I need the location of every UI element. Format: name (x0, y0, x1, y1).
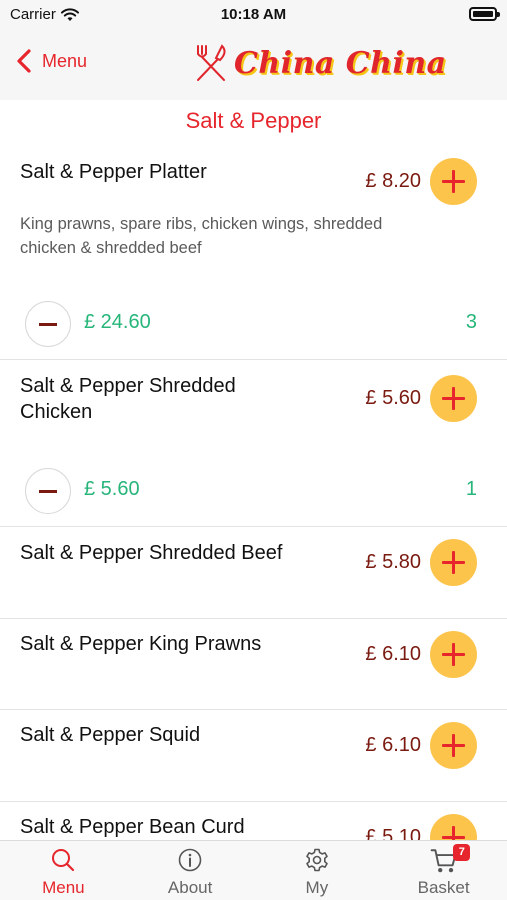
item-price: £ 5.80 (365, 551, 421, 573)
item-price: £ 6.10 (365, 734, 421, 756)
add-button[interactable] (430, 722, 477, 769)
menu-item: Salt & Pepper Shredded Beef £ 5.80 (0, 527, 507, 619)
basket-badge: 7 (453, 844, 471, 861)
line-total: £ 24.60 (84, 311, 151, 333)
status-bar: Carrier 10:18 AM (0, 0, 507, 28)
menu-item: Salt & Pepper Platter £ 8.20 King prawns… (0, 144, 507, 360)
tab-about[interactable]: About (127, 841, 254, 900)
quantity-row: £ 5.60 1 (0, 468, 507, 516)
remove-button[interactable] (25, 468, 71, 514)
remove-button[interactable] (25, 301, 71, 347)
tab-label: About (167, 878, 213, 897)
item-name: Salt & Pepper Shredded Beef (20, 542, 283, 564)
item-name: Salt & Pepper Platter (20, 161, 207, 183)
back-label: Menu (42, 50, 88, 71)
tab-label: My (305, 878, 329, 897)
chevron-left-icon (17, 49, 31, 73)
add-button[interactable] (430, 158, 477, 205)
status-time: 10:18 AM (220, 6, 287, 23)
tab-my[interactable]: My (254, 841, 381, 900)
item-description: King prawns, spare ribs, chicken wings, … (20, 215, 383, 257)
fork-knife-icon (197, 44, 226, 81)
menu-list: Salt & Pepper Platter £ 8.20 King prawns… (0, 144, 507, 862)
section-title: Salt & Pepper (185, 108, 322, 133)
tab-basket[interactable]: 7 Basket (380, 841, 507, 900)
item-name: Salt & Pepper King Prawns (20, 633, 262, 655)
item-name: Salt & Pepper Bean Curd (20, 816, 245, 838)
item-name: Salt & Pepper Squid (20, 724, 201, 746)
add-button[interactable] (430, 539, 477, 586)
tab-label: Menu (42, 878, 85, 897)
quantity-row: £ 24.60 3 (0, 301, 507, 349)
tab-menu[interactable]: Menu (0, 841, 127, 900)
item-price: £ 8.20 (365, 170, 421, 192)
gear-icon (306, 848, 328, 872)
search-icon (52, 849, 75, 872)
quantity-count: 1 (465, 478, 477, 500)
quantity-count: 3 (465, 311, 477, 333)
tab-label: Basket (417, 878, 470, 897)
add-button[interactable] (430, 631, 477, 678)
battery-icon (469, 7, 500, 21)
brand-name: China China (234, 45, 447, 81)
back-button[interactable]: Menu (16, 48, 87, 74)
menu-item: Salt & Pepper Shredded Chicken £ 5.60 £ … (0, 360, 507, 527)
nav-bar: Menu China China (0, 28, 507, 100)
brand-logo: China China (192, 42, 447, 84)
item-price: £ 6.10 (365, 643, 421, 665)
menu-item: Salt & Pepper King Prawns £ 6.10 (0, 619, 507, 710)
info-icon (178, 848, 202, 872)
line-total: £ 5.60 (84, 478, 140, 500)
tab-bar: Menu About My 7 Basket (0, 840, 507, 900)
add-button[interactable] (430, 375, 477, 422)
menu-item: Salt & Pepper Squid £ 6.10 (0, 710, 507, 802)
item-name: Salt & Pepper Shredded Chicken (20, 375, 236, 423)
item-price: £ 5.60 (365, 387, 421, 409)
